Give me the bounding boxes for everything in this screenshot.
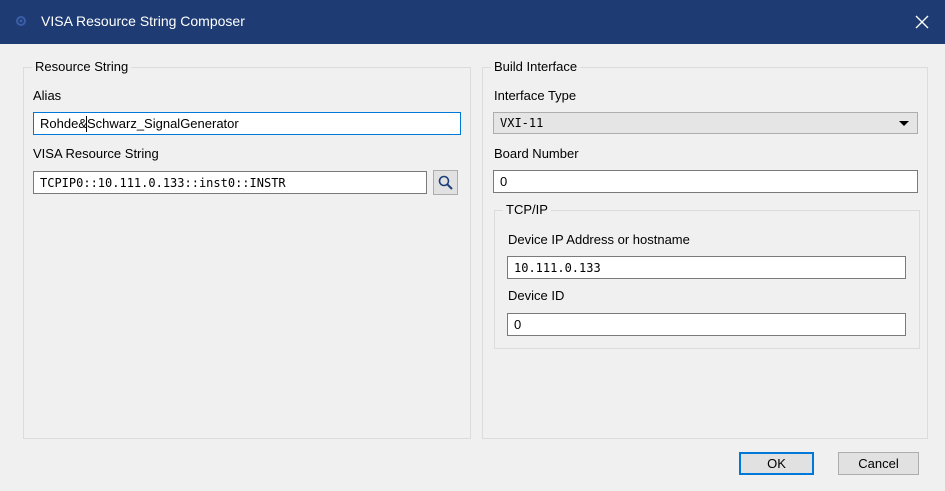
app-icon [16, 16, 26, 26]
interface-type-value: VXI-11 [500, 116, 544, 130]
build-interface-group-title: Build Interface [491, 59, 581, 75]
visa-resource-string-input[interactable]: TCPIP0::10.111.0.133::inst0::INSTR [33, 171, 427, 194]
search-icon [438, 175, 453, 190]
board-number-value: 0 [500, 174, 508, 189]
visa-resource-string-value: TCPIP0::10.111.0.133::inst0::INSTR [40, 176, 286, 190]
chevron-down-icon [899, 121, 909, 126]
window-title: VISA Resource String Composer [41, 13, 245, 29]
resource-string-group-title: Resource String [32, 59, 132, 75]
text-caret [86, 116, 87, 132]
close-button[interactable] [899, 0, 945, 44]
device-ip-value: 10.111.0.133 [514, 261, 601, 275]
ok-button[interactable]: OK [739, 452, 814, 475]
visa-resource-string-label: VISA Resource String [33, 146, 159, 161]
interface-type-label: Interface Type [494, 88, 577, 103]
cancel-button[interactable]: Cancel [838, 452, 919, 475]
title-bar: VISA Resource String Composer [0, 0, 945, 44]
interface-type-select[interactable]: VXI-11 [493, 112, 918, 134]
browse-resource-button[interactable] [433, 170, 458, 195]
close-icon [915, 15, 929, 29]
alias-value: Rohde&Schwarz_SignalGenerator [40, 116, 239, 131]
device-ip-label: Device IP Address or hostname [508, 232, 690, 247]
alias-label: Alias [33, 88, 62, 103]
device-id-value: 0 [514, 317, 522, 332]
device-id-input[interactable]: 0 [507, 313, 906, 336]
device-ip-input[interactable]: 10.111.0.133 [507, 256, 906, 279]
board-number-input[interactable]: 0 [493, 170, 918, 193]
tcpip-group-title: TCP/IP [503, 202, 551, 218]
alias-input[interactable]: Rohde&Schwarz_SignalGenerator [33, 112, 461, 135]
board-number-label: Board Number [494, 146, 579, 161]
device-id-label: Device ID [508, 288, 565, 303]
